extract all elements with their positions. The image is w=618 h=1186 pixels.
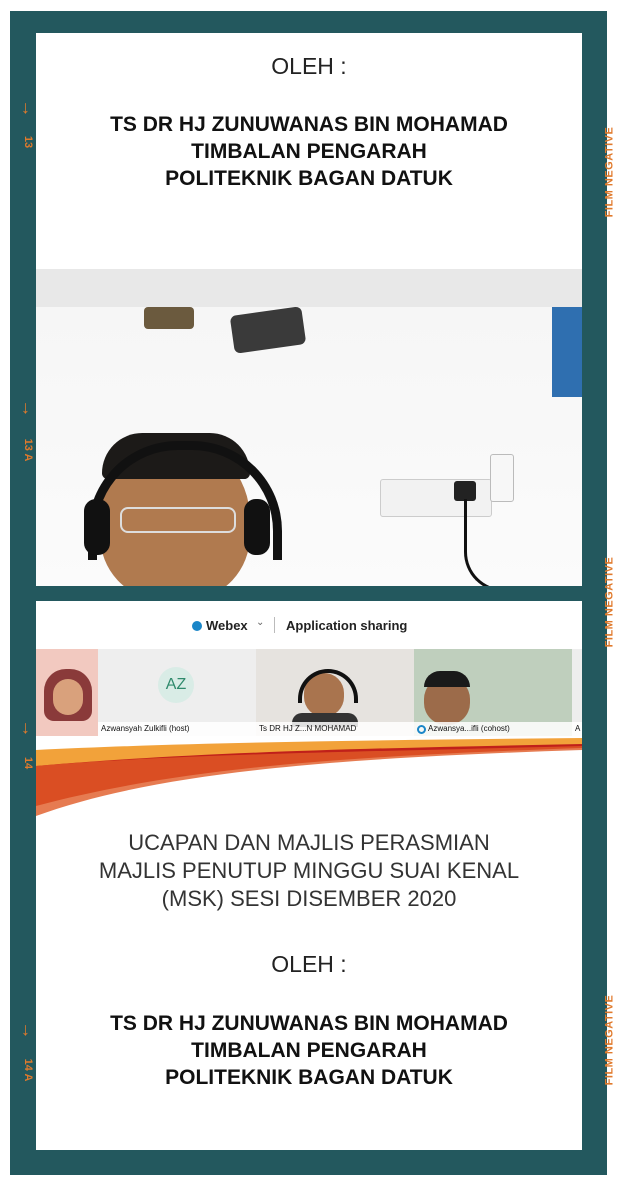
camera-video-feed bbox=[36, 269, 582, 586]
participant-tile[interactable]: A bbox=[572, 649, 582, 736]
headphones-icon bbox=[298, 669, 358, 703]
participant-tile[interactable]: Ts DR HJ Z...N MOHAMAD bbox=[256, 649, 414, 736]
avatar: AZ bbox=[158, 667, 194, 703]
webex-icon bbox=[192, 621, 202, 631]
chevron-down-icon[interactable]: ⌄ bbox=[256, 617, 264, 628]
slide-title-line3: (MSK) SESI DISEMBER 2020 bbox=[161, 886, 457, 911]
webex-label[interactable]: Webex bbox=[206, 618, 248, 633]
speaker-institution: POLITEKNIK BAGAN DATUK bbox=[165, 1066, 453, 1089]
participant-tile[interactable] bbox=[36, 649, 98, 736]
frame-number-13: 13 bbox=[22, 135, 34, 149]
frame-number-14: 14 bbox=[22, 756, 34, 770]
oleh-text: OLEH : bbox=[271, 951, 347, 977]
application-sharing-label: Application sharing bbox=[286, 618, 408, 633]
participant-name: Azwansya...ifli (cohost) bbox=[414, 722, 572, 736]
glasses bbox=[120, 507, 236, 533]
switch bbox=[490, 454, 514, 502]
participant-tile[interactable]: Azwansya...ifli (cohost) bbox=[414, 649, 572, 736]
divider bbox=[274, 617, 275, 633]
wall-frame bbox=[144, 307, 194, 329]
frame-number-14a: 14 A bbox=[22, 1058, 34, 1082]
slide-title-line2: MAJLIS PENUTUP MINGGU SUAI KENAL bbox=[98, 858, 520, 883]
film-negative-label: FILM NEGATIVE bbox=[603, 556, 616, 648]
plug bbox=[454, 481, 476, 501]
speaker-title: TIMBALAN PENGARAH bbox=[191, 1039, 427, 1062]
participant-name: A bbox=[572, 722, 582, 736]
slide-title-line1: UCAPAN DAN MAJLIS PERASMIAN bbox=[128, 830, 490, 855]
cable bbox=[464, 499, 547, 586]
film-negative-label: FILM NEGATIVE bbox=[603, 126, 616, 218]
participant-name: Ts DR HJ Z...N MOHAMAD bbox=[256, 722, 414, 736]
frame-number-13a: 13 A bbox=[22, 438, 34, 462]
webex-top-bar: Webex ⌄ Application sharing bbox=[36, 601, 582, 650]
sharing-icon bbox=[417, 725, 426, 734]
slide-swoosh-decoration bbox=[36, 738, 582, 816]
participant-tile[interactable]: AZ Azwansyah Zulkifli (host) bbox=[98, 649, 256, 736]
speaker-name: TS DR HJ ZUNUWANAS BIN MOHAMAD bbox=[110, 113, 508, 136]
speaker-institution: POLITEKNIK BAGAN DATUK bbox=[165, 167, 453, 190]
speaker-name: TS DR HJ ZUNUWANAS BIN MOHAMAD bbox=[110, 1012, 508, 1035]
blue-panel bbox=[552, 307, 582, 397]
wall-clock bbox=[229, 306, 307, 354]
speaker-title: TIMBALAN PENGARAH bbox=[191, 140, 427, 163]
participant-name: Azwansyah Zulkifli (host) bbox=[98, 722, 256, 736]
frame-2-screenshot: Webex ⌄ Application sharing AZ Azwansyah… bbox=[36, 601, 582, 1150]
frame-1-screenshot: OLEH : TS DR HJ ZUNUWANAS BIN MOHAMAD TI… bbox=[36, 33, 582, 586]
oleh-text: OLEH : bbox=[271, 53, 347, 79]
film-negative-label: FILM NEGATIVE bbox=[603, 994, 616, 1086]
